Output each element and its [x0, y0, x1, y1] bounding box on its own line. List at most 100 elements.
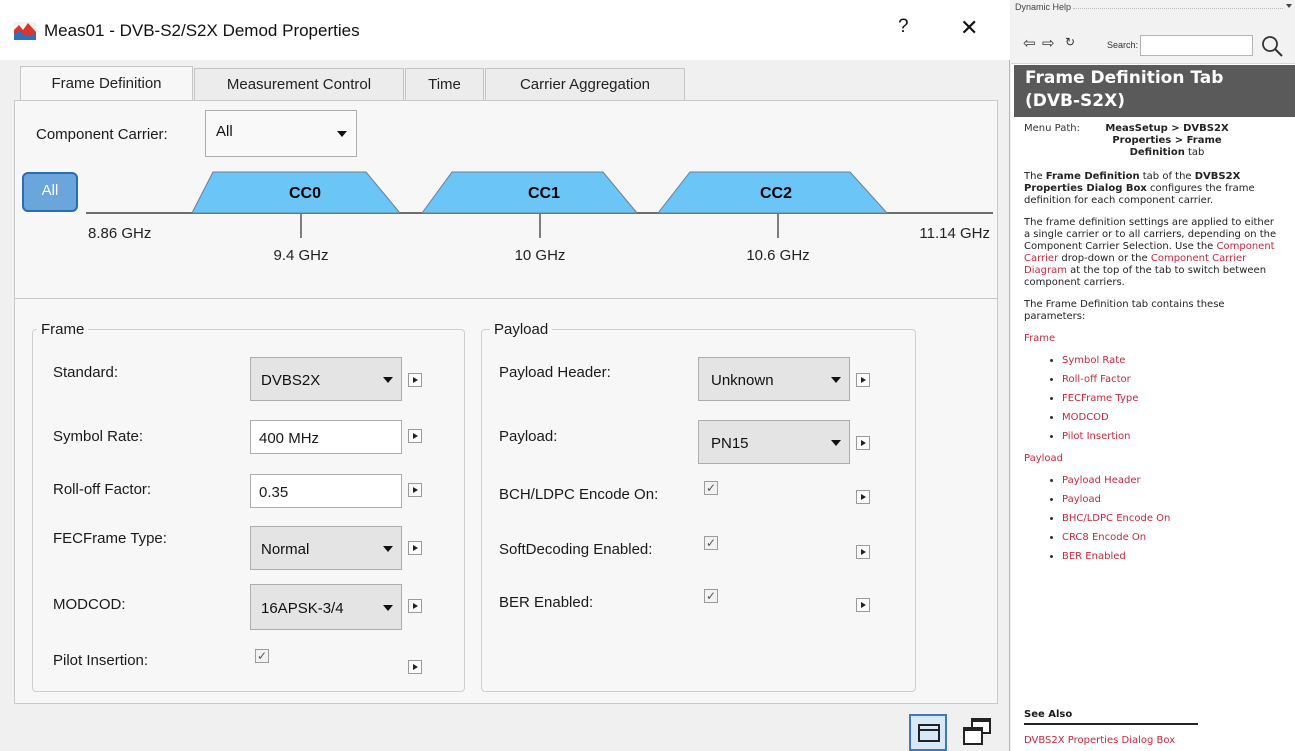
soft-decoding-more-button[interactable]	[856, 545, 870, 559]
help-intro: The Frame Definition tab of the DVBS2X P…	[1024, 171, 1282, 207]
symbol-rate-label: Symbol Rate:	[53, 428, 144, 445]
para2-mid: drop-down or the	[1058, 253, 1151, 264]
rolloff-value: 0.35	[259, 484, 289, 501]
stop-frequency: 11.14 GHz	[919, 225, 990, 242]
bch-ldpc-label: BCH/LDPC Encode On:	[499, 486, 659, 503]
standard-value: DVBS2X	[261, 372, 321, 389]
forward-arrow-icon[interactable]: ⇨	[1042, 34, 1055, 52]
list-item[interactable]: Roll-off Factor	[1062, 374, 1282, 386]
tab-frame-definition[interactable]: Frame Definition	[20, 66, 193, 100]
soft-decoding-checkbox[interactable]: ✓	[704, 536, 718, 550]
carrier-cc1[interactable]: CC1	[421, 171, 639, 214]
chevron-down-icon	[383, 546, 393, 552]
all-carriers-button[interactable]: All	[22, 172, 78, 212]
frame-section-link[interactable]: Frame	[1024, 333, 1282, 345]
back-arrow-icon[interactable]: ⇦	[1023, 34, 1036, 52]
undock-view-button[interactable]	[957, 714, 997, 751]
list-item[interactable]: BHC/LDPC Encode On	[1062, 513, 1282, 525]
carrier-cc2[interactable]: CC2	[656, 171, 889, 214]
docked-view-button[interactable]	[909, 714, 947, 751]
menu-path-suffix: tab	[1184, 147, 1205, 158]
frame-parameter-list: Symbol Rate Roll-off Factor FECFrame Typ…	[1024, 355, 1282, 443]
pane-grip	[1073, 8, 1283, 9]
fecframe-value: Normal	[261, 541, 310, 558]
modcod-more-button[interactable]	[408, 599, 422, 613]
payload-header-label: Payload Header:	[499, 364, 611, 381]
list-item[interactable]: Pilot Insertion	[1062, 431, 1282, 443]
payload-more-button[interactable]	[856, 436, 870, 450]
payload-dropdown[interactable]: PN15	[698, 420, 850, 464]
payload-value: PN15	[711, 435, 749, 452]
see-also-link[interactable]: DVBS2X Properties Dialog Box	[1024, 735, 1175, 746]
list-item[interactable]: Symbol Rate	[1062, 355, 1282, 367]
help-toolbar: Dynamic Help ⇦ ⇨ ↻ Search:	[1011, 0, 1295, 64]
cc2-center-frequency: 10.6 GHz	[746, 247, 809, 264]
pilot-insertion-label: Pilot Insertion:	[53, 652, 149, 669]
symbol-rate-input[interactable]: 400 MHz	[250, 420, 402, 454]
search-label: Search:	[1107, 40, 1139, 50]
section-divider	[14, 298, 998, 299]
soft-decoding-label: SoftDecoding Enabled:	[499, 541, 653, 558]
bch-ldpc-checkbox[interactable]: ✓	[704, 481, 718, 495]
menu-path-value-text: MeasSetup > DVBS2X Properties > Frame De…	[1105, 123, 1229, 158]
start-frequency: 8.86 GHz	[88, 225, 151, 242]
standard-more-button[interactable]	[408, 373, 422, 387]
payload-header-dropdown[interactable]: Unknown	[698, 357, 850, 401]
modcod-value: 16APSK-3/4	[261, 600, 344, 617]
pane-menu-icon[interactable]	[1286, 4, 1292, 8]
menu-path-label: Menu Path:	[1024, 123, 1080, 134]
standard-dropdown[interactable]: DVBS2X	[250, 357, 402, 401]
symbol-rate-value: 400 MHz	[259, 430, 320, 447]
payload-section-link[interactable]: Payload	[1024, 453, 1282, 465]
chevron-down-icon	[383, 605, 393, 611]
pilot-insertion-more-button[interactable]	[408, 660, 422, 674]
bch-ldpc-more-button[interactable]	[856, 490, 870, 504]
search-icon[interactable]	[1259, 33, 1287, 59]
dynamic-help-pane: Dynamic Help ⇦ ⇨ ↻ Search: Frame Definit…	[1011, 0, 1295, 751]
list-item[interactable]: Payload	[1062, 494, 1282, 506]
payload-parameter-list: Payload Header Payload BHC/LDPC Encode O…	[1024, 475, 1282, 563]
carrier-diagram: CC0 CC1 CC2 8.86 GHz 11.14 GHz 9.4 GHz 1…	[86, 171, 993, 264]
list-item[interactable]: CRC8 Encode On	[1062, 532, 1282, 544]
help-heading: Frame Definition Tab (DVB-S2X)	[1014, 65, 1295, 117]
ber-enabled-more-button[interactable]	[856, 598, 870, 612]
help-paragraph-2: The frame definition settings are applie…	[1024, 217, 1282, 289]
list-item[interactable]: Payload Header	[1062, 475, 1282, 487]
intro-pre: The	[1024, 171, 1046, 182]
cc0-center-frequency: 9.4 GHz	[273, 247, 328, 264]
symbol-rate-more-button[interactable]	[408, 429, 422, 443]
fecframe-label: FECFrame Type:	[53, 530, 167, 547]
chevron-down-icon	[831, 377, 841, 383]
carrier-cc2-label: CC2	[760, 185, 792, 202]
help-body: Menu Path: MeasSetup > DVBS2X Properties…	[1024, 123, 1282, 573]
intro-bold-1: Frame Definition	[1045, 171, 1140, 182]
fecframe-dropdown[interactable]: Normal	[250, 526, 402, 570]
list-item[interactable]: BER Enabled	[1062, 551, 1282, 563]
search-input[interactable]	[1140, 35, 1253, 56]
see-also-heading: See Also	[1024, 709, 1198, 725]
window-icon	[918, 724, 940, 742]
list-item[interactable]: FECFrame Type	[1062, 393, 1282, 405]
sync-icon[interactable]: ↻	[1065, 35, 1075, 49]
restore-window-icon-front	[963, 727, 983, 745]
chevron-down-icon	[383, 377, 393, 383]
ber-enabled-checkbox[interactable]: ✓	[704, 589, 718, 603]
intro-mid: tab of the	[1139, 171, 1195, 182]
menu-path-value: MeasSetup > DVBS2X Properties > Frame De…	[1092, 123, 1242, 159]
ber-enabled-label: BER Enabled:	[499, 594, 594, 611]
payload-header-more-button[interactable]	[856, 373, 870, 387]
help-paragraph-3: The Frame Definition tab contains these …	[1024, 299, 1225, 322]
carrier-cc0[interactable]: CC0	[191, 171, 402, 214]
rolloff-input[interactable]: 0.35	[250, 474, 402, 508]
menu-path: Menu Path: MeasSetup > DVBS2X Properties…	[1024, 123, 1282, 159]
pilot-insertion-checkbox[interactable]: ✓	[255, 649, 269, 663]
help-pane-title: Dynamic Help	[1015, 2, 1072, 12]
payload-group-title: Payload	[490, 321, 553, 338]
modcod-dropdown[interactable]: 16APSK-3/4	[250, 584, 402, 630]
list-item[interactable]: MODCOD	[1062, 412, 1282, 424]
standard-label: Standard:	[53, 364, 119, 381]
payload-header-value: Unknown	[711, 372, 774, 389]
rolloff-more-button[interactable]	[408, 483, 422, 497]
cc1-center-frequency: 10 GHz	[515, 247, 566, 264]
fecframe-more-button[interactable]	[408, 541, 422, 555]
